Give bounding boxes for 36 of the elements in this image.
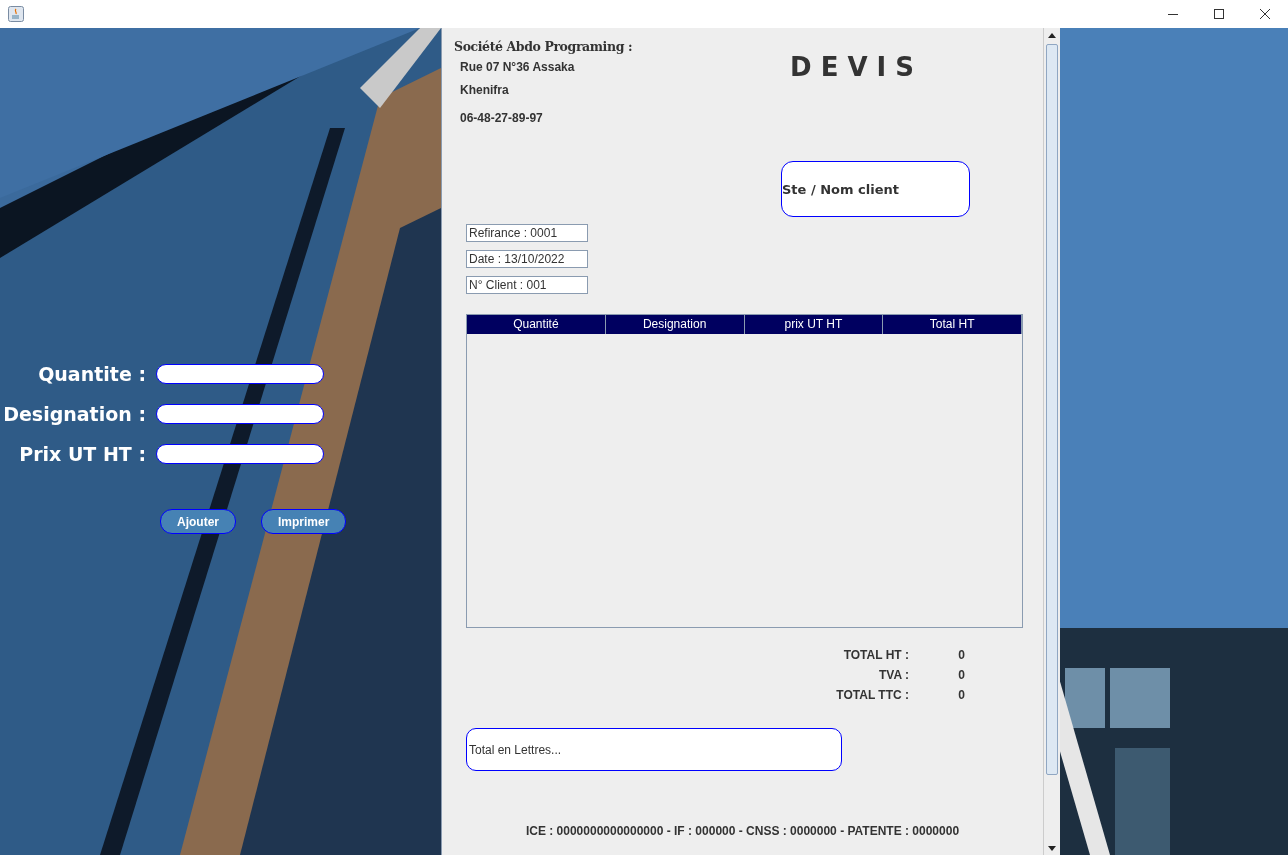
input-field[interactable]: [156, 364, 324, 384]
total-label: TOTAL HT :: [842, 648, 909, 662]
field-label: Designation :: [2, 403, 147, 425]
java-cup-icon: [8, 6, 24, 22]
address-line: 06-48-27-89-97: [460, 111, 544, 125]
column-header: Quantité: [467, 315, 606, 334]
info-field: Date : 13/10/2022: [466, 250, 588, 268]
input-field[interactable]: [156, 404, 324, 424]
total-value: 0: [957, 688, 965, 702]
down-arrow-icon: [1048, 845, 1056, 851]
column-header: Total HT: [883, 315, 1022, 334]
print-button[interactable]: Imprimer: [261, 509, 347, 534]
total-label: TOTAL TTC :: [835, 688, 909, 702]
document-title: D E V I S: [790, 52, 915, 84]
total-value: 0: [957, 668, 965, 682]
total-value: 0: [957, 648, 965, 662]
field-label: Quantite :: [37, 363, 147, 385]
amount-in-words-field[interactable]: Total en Lettres...: [466, 728, 842, 771]
close-icon: [1260, 9, 1270, 19]
minimize-icon: [1168, 13, 1178, 15]
address-line: Khenifra: [460, 83, 510, 97]
info-field: N° Client : 001: [466, 276, 588, 294]
column-header: Designation: [605, 315, 745, 334]
column-header: prix UT HT: [744, 315, 884, 334]
scroll-thumb[interactable]: [1046, 44, 1058, 775]
maximize-icon: [1214, 9, 1224, 19]
info-field: Refirance : 0001: [466, 224, 588, 242]
total-label: TVA :: [878, 668, 909, 682]
legal-footer: ICE : 0000000000000000 - IF : 000000 - CNSS : 0000000 - PATENTE : 0000000: [454, 824, 1043, 838]
company-name: Société Abdo Programing :: [454, 39, 634, 54]
add-button[interactable]: Ajouter: [160, 509, 236, 534]
input-field[interactable]: [156, 444, 324, 464]
field-label: Prix UT HT :: [18, 443, 147, 465]
client-name-box[interactable]: Ste / Nom client: [781, 161, 970, 217]
address-line: Rue 07 N°36 Assaka: [460, 60, 576, 74]
up-arrow-icon: [1048, 32, 1056, 38]
